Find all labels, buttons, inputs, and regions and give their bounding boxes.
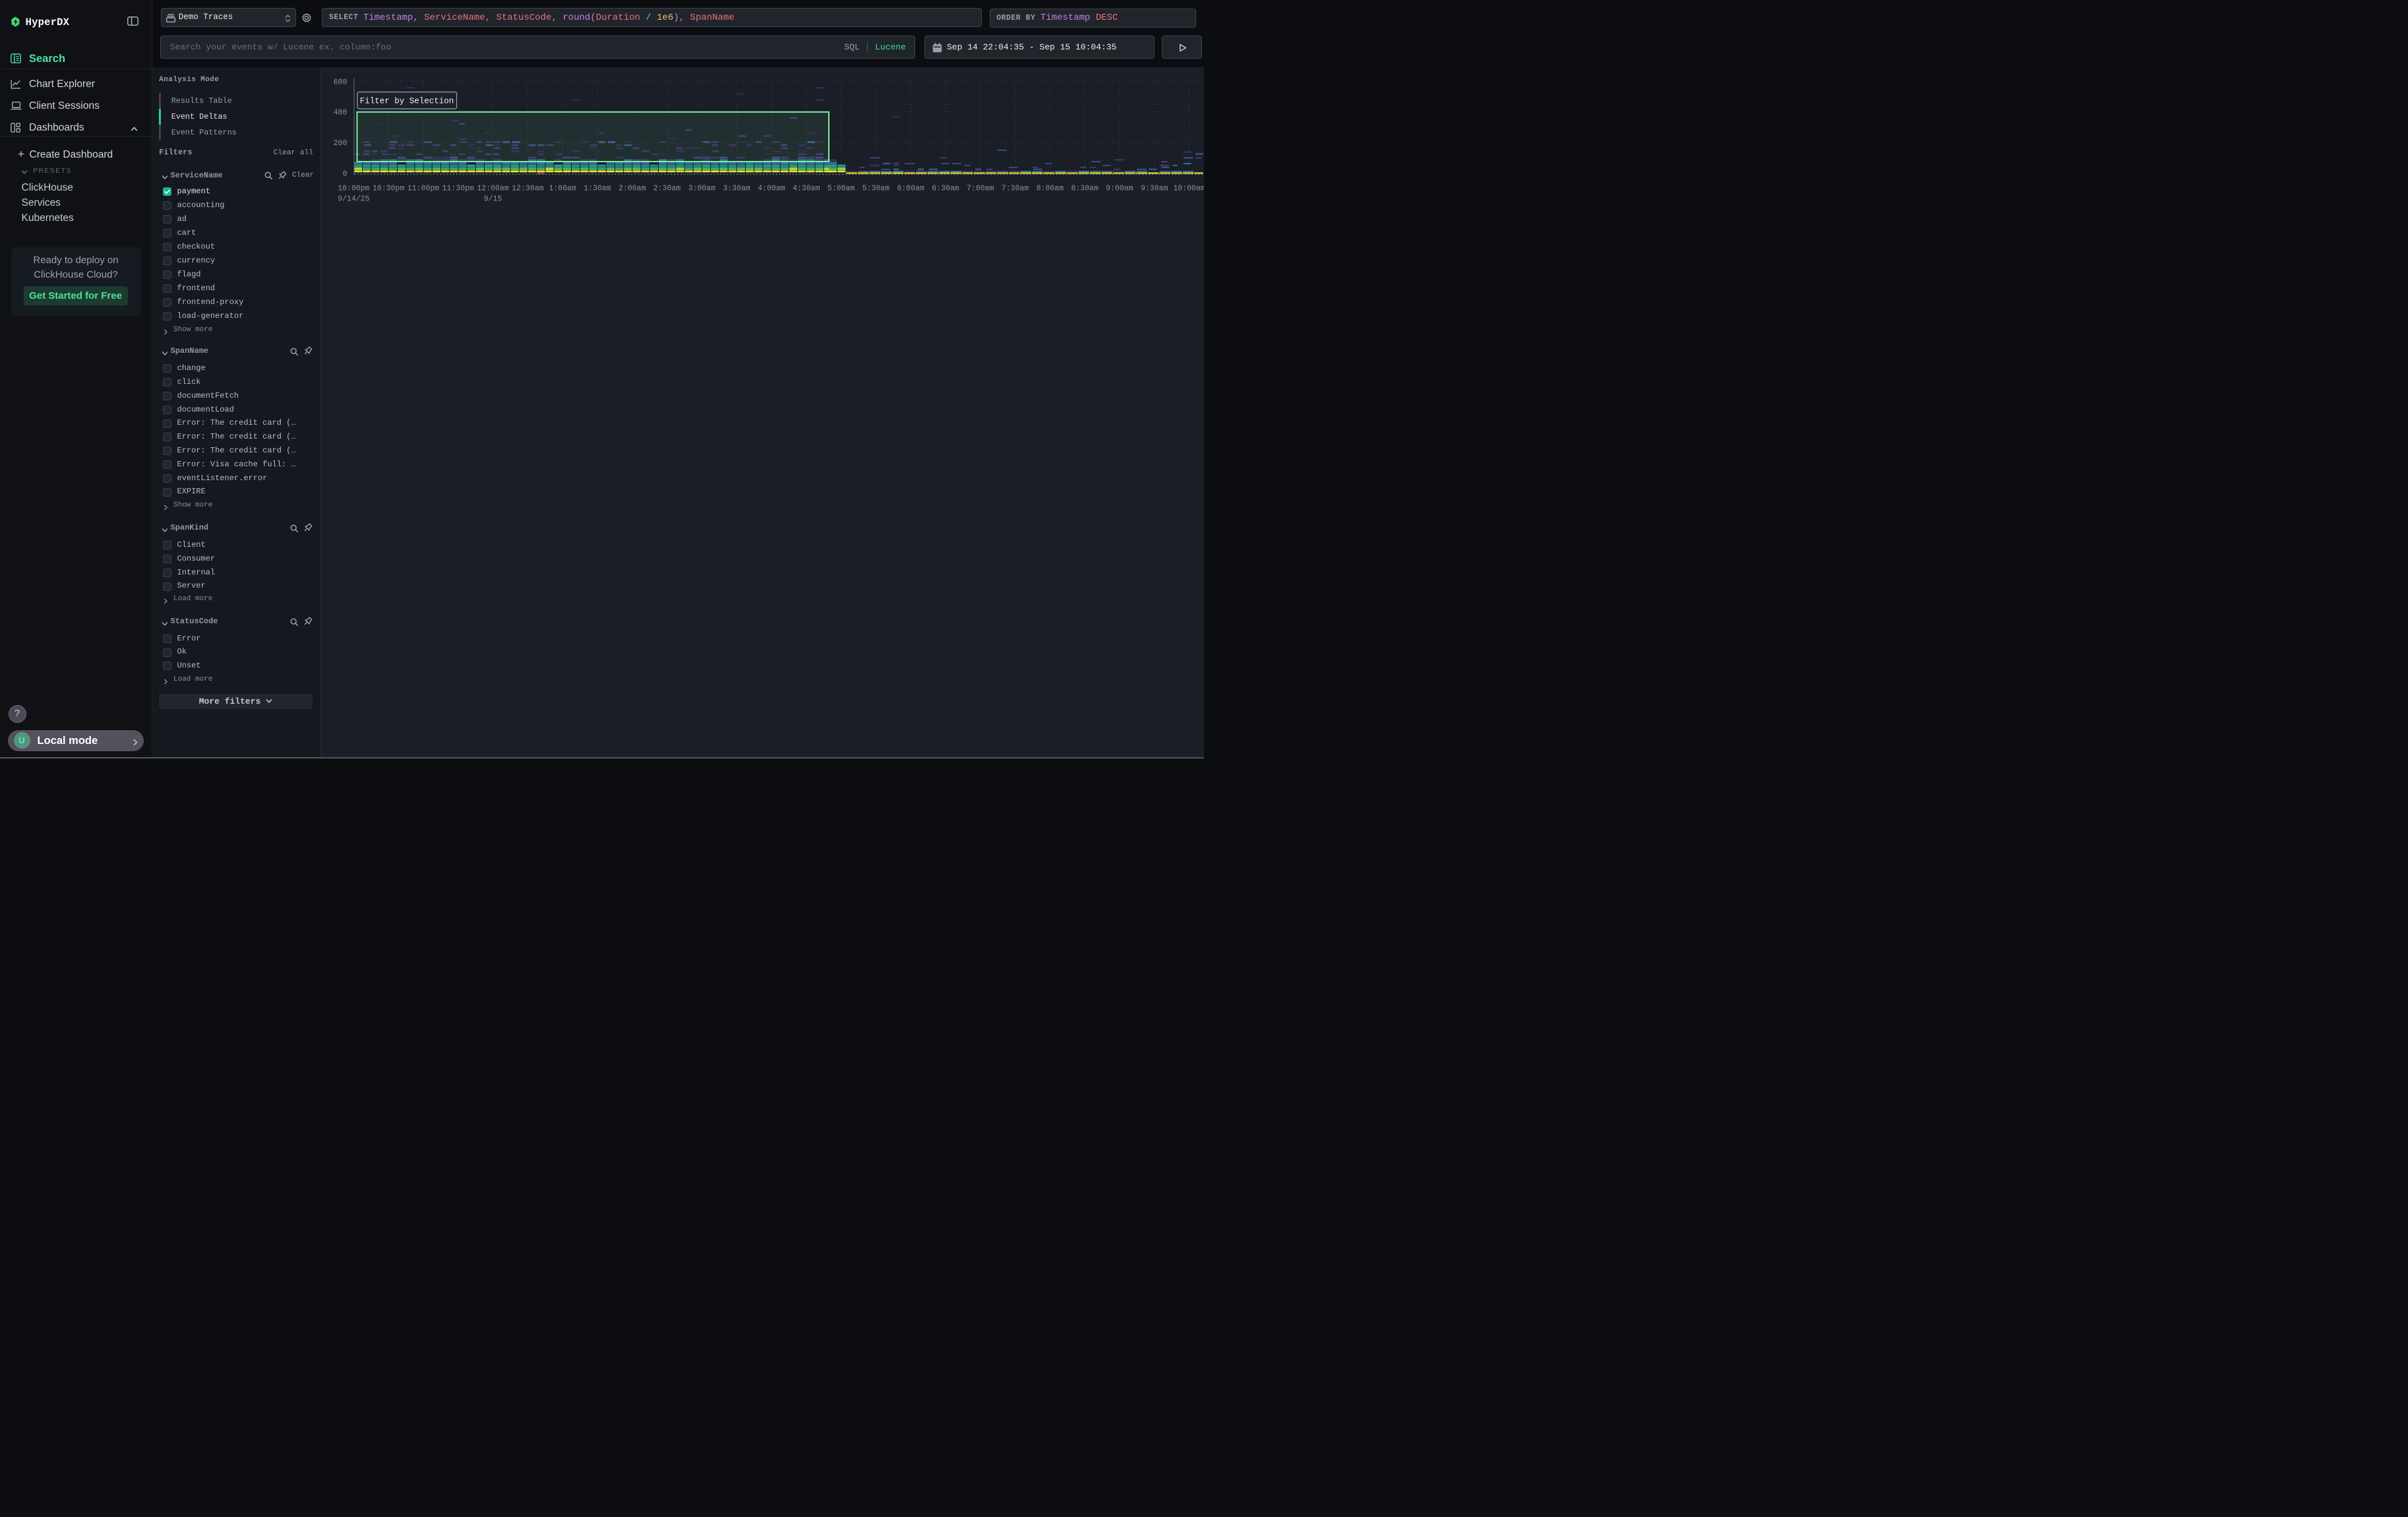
svg-text:12:30am: 12:30am: [512, 184, 543, 193]
svg-text:10:30pm: 10:30pm: [373, 184, 404, 193]
svg-text:10:00pm: 10:00pm: [338, 184, 369, 193]
svg-text:6:30am: 6:30am: [932, 184, 959, 193]
svg-text:1:00am: 1:00am: [549, 184, 576, 193]
svg-text:2:30am: 2:30am: [653, 184, 680, 193]
svg-text:7:00am: 7:00am: [967, 184, 994, 193]
svg-text:9/15: 9/15: [483, 195, 502, 203]
svg-text:8:30am: 8:30am: [1071, 184, 1099, 193]
svg-text:12:00am: 12:00am: [477, 184, 508, 193]
svg-text:8:00am: 8:00am: [1036, 184, 1064, 193]
svg-text:9/14/25: 9/14/25: [338, 195, 369, 203]
svg-text:600: 600: [333, 78, 347, 86]
svg-text:3:30am: 3:30am: [723, 184, 750, 193]
svg-text:4:00am: 4:00am: [758, 184, 785, 193]
svg-text:400: 400: [333, 108, 347, 117]
svg-text:2:00am: 2:00am: [618, 184, 646, 193]
svg-text:7:30am: 7:30am: [1001, 184, 1029, 193]
svg-text:0: 0: [342, 170, 347, 178]
svg-text:9:00am: 9:00am: [1106, 184, 1133, 193]
svg-text:3:00am: 3:00am: [688, 184, 715, 193]
svg-text:11:30pm: 11:30pm: [442, 184, 473, 193]
svg-text:11:00pm: 11:00pm: [407, 184, 438, 193]
svg-text:10:00am: 10:00am: [1173, 184, 1204, 193]
svg-text:200: 200: [333, 139, 347, 148]
svg-text:4:30am: 4:30am: [793, 184, 820, 193]
svg-text:5:30am: 5:30am: [862, 184, 889, 193]
svg-text:5:00am: 5:00am: [827, 184, 855, 193]
svg-text:6:00am: 6:00am: [897, 184, 924, 193]
svg-text:1:30am: 1:30am: [584, 184, 611, 193]
svg-text:Filter by Selection: Filter by Selection: [359, 96, 454, 106]
svg-text:9:30am: 9:30am: [1141, 184, 1168, 193]
